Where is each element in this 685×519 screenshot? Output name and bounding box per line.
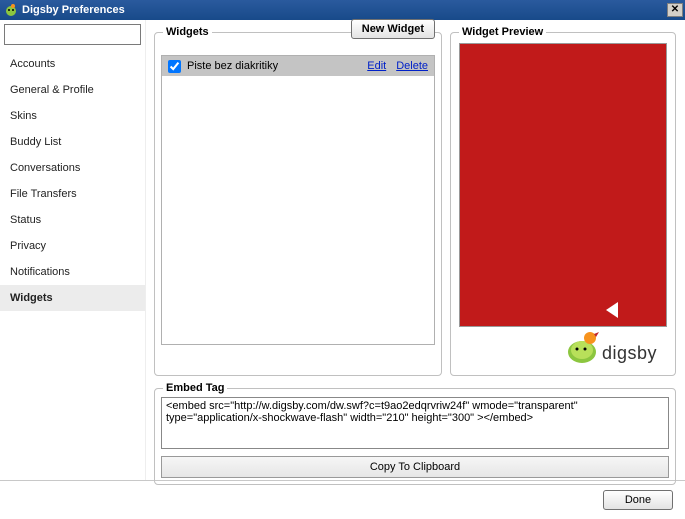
- preview-panel: Widget Preview digsby: [450, 32, 676, 376]
- new-widget-button[interactable]: New Widget: [351, 19, 435, 39]
- copy-to-clipboard-button[interactable]: Copy To Clipboard: [161, 456, 669, 478]
- widget-row[interactable]: Piste bez diakritiky Edit Delete: [162, 56, 434, 76]
- widgets-legend: Widgets: [163, 26, 212, 38]
- sidebar-item-widgets[interactable]: Widgets: [0, 285, 145, 311]
- widget-checkbox[interactable]: [168, 60, 181, 73]
- widget-list: Piste bez diakritiky Edit Delete: [161, 55, 435, 345]
- widget-preview: digsby: [459, 43, 667, 327]
- titlebar: Digsby Preferences ✕: [0, 0, 685, 20]
- digsby-logo: digsby: [560, 320, 668, 364]
- footer: Done: [0, 480, 685, 518]
- embed-panel: Embed Tag Copy To Clipboard: [154, 388, 676, 485]
- sidebar-item-general-profile[interactable]: General & Profile: [0, 77, 145, 103]
- preview-legend: Widget Preview: [459, 26, 546, 38]
- widget-delete-link[interactable]: Delete: [396, 60, 428, 72]
- sidebar-item-notifications[interactable]: Notifications: [0, 259, 145, 285]
- sidebar-item-buddy-list[interactable]: Buddy List: [0, 129, 145, 155]
- sidebar-item-privacy[interactable]: Privacy: [0, 233, 145, 259]
- speech-arrow-icon: [606, 302, 618, 318]
- embed-legend: Embed Tag: [163, 382, 227, 394]
- digsby-logo-text: digsby: [602, 343, 657, 364]
- done-button[interactable]: Done: [603, 490, 673, 510]
- sidebar-item-accounts[interactable]: Accounts: [0, 51, 145, 77]
- close-button[interactable]: ✕: [667, 3, 683, 17]
- widget-edit-link[interactable]: Edit: [367, 60, 386, 72]
- sidebar-item-status[interactable]: Status: [0, 207, 145, 233]
- widgets-panel: Widgets New Widget Piste bez diakritiky …: [154, 32, 442, 376]
- window-title: Digsby Preferences: [22, 4, 667, 16]
- sidebar-item-skins[interactable]: Skins: [0, 103, 145, 129]
- search-input[interactable]: [4, 24, 141, 45]
- sidebar-item-file-transfers[interactable]: File Transfers: [0, 181, 145, 207]
- sidebar: Accounts General & Profile Skins Buddy L…: [0, 20, 146, 480]
- digsby-mascot-icon: [560, 324, 600, 364]
- app-icon: [4, 3, 18, 17]
- embed-textarea[interactable]: [161, 397, 669, 449]
- content: Widgets New Widget Piste bez diakritiky …: [146, 20, 685, 480]
- sidebar-item-conversations[interactable]: Conversations: [0, 155, 145, 181]
- widget-title: Piste bez diakritiky: [187, 60, 357, 72]
